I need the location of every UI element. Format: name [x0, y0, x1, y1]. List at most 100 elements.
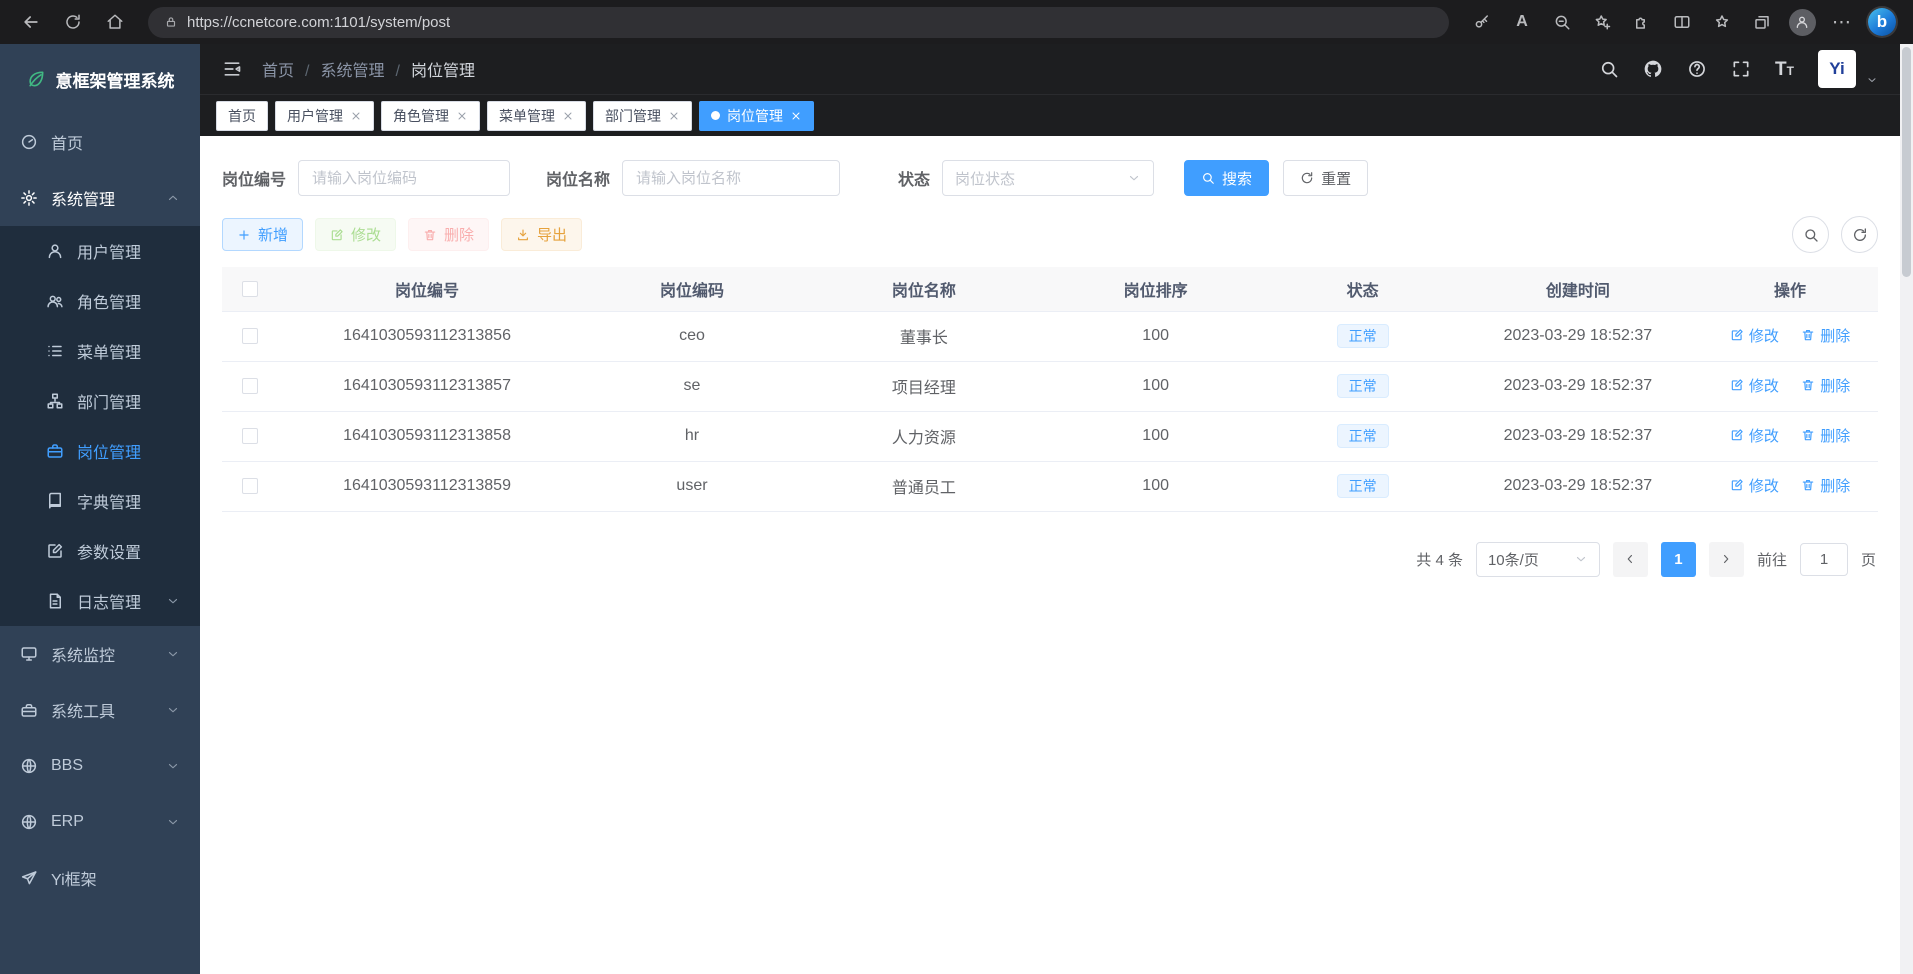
chevron-down-icon — [166, 759, 180, 773]
row-edit-link[interactable]: 修改 — [1730, 325, 1779, 346]
briefcase-icon — [46, 442, 64, 460]
row-delete-link[interactable]: 删除 — [1801, 475, 1850, 496]
row-checkbox[interactable] — [242, 428, 258, 444]
read-aloud-icon: A — [1516, 13, 1528, 31]
browser-menu-button[interactable]: ⋯ — [1823, 5, 1861, 39]
fullscreen-button[interactable] — [1731, 59, 1751, 79]
row-checkbox[interactable] — [242, 328, 258, 344]
delete-button[interactable]: 删除 — [408, 218, 489, 251]
table-tools — [1792, 216, 1878, 253]
add-favorite-button[interactable] — [1583, 5, 1621, 39]
toggle-search-button[interactable] — [1792, 216, 1829, 253]
post-mgmt-page: 岗位编号 岗位名称 状态 岗位状态 搜索 重置 — [200, 136, 1900, 974]
tab-post-mgmt[interactable]: 岗位管理 — [699, 101, 814, 131]
password-key-button[interactable] — [1463, 5, 1501, 39]
sidebar-item-system-mgmt[interactable]: 系统管理 — [0, 170, 200, 226]
close-tab-icon[interactable] — [562, 110, 574, 122]
app-title: 意框架管理系统 — [56, 67, 175, 92]
font-size-button[interactable]: TT — [1775, 60, 1794, 79]
search-button[interactable]: 搜索 — [1184, 160, 1269, 196]
next-page-button[interactable] — [1709, 542, 1744, 577]
address-bar[interactable]: https://ccnetcore.com:1101/system/post — [148, 7, 1449, 38]
status-badge: 正常 — [1337, 474, 1389, 498]
bing-button[interactable]: b — [1863, 5, 1901, 39]
favorites-button[interactable] — [1703, 5, 1741, 39]
tab-role-mgmt[interactable]: 角色管理 — [381, 101, 480, 131]
close-tab-icon[interactable] — [456, 110, 468, 122]
post-code-input[interactable] — [298, 160, 510, 196]
row-edit-link[interactable]: 修改 — [1730, 425, 1779, 446]
scrollbar-thumb[interactable] — [1902, 47, 1911, 277]
browser-refresh-button[interactable] — [54, 5, 92, 39]
close-tab-icon[interactable] — [668, 110, 680, 122]
row-delete-link[interactable]: 删除 — [1801, 325, 1850, 346]
sidebar-item-home[interactable]: 首页 — [0, 114, 200, 170]
select-all-checkbox[interactable] — [242, 281, 258, 297]
tab-home[interactable]: 首页 — [216, 101, 268, 131]
toolbox-icon — [20, 701, 38, 719]
users-icon — [46, 292, 64, 310]
browser-profile-button[interactable] — [1783, 5, 1821, 39]
topbar: 首页 系统管理 岗位管理 TT Yi — [200, 44, 1900, 94]
row-delete-link[interactable]: 删除 — [1801, 425, 1850, 446]
user-avatar[interactable]: Yi — [1818, 50, 1856, 88]
puzzle-icon — [1633, 13, 1651, 31]
sidebar-item-dict-mgmt[interactable]: 字典管理 — [0, 476, 200, 526]
sidebar-item-user-mgmt[interactable]: 用户管理 — [0, 226, 200, 276]
row-edit-link[interactable]: 修改 — [1730, 475, 1779, 496]
prev-page-button[interactable] — [1613, 542, 1648, 577]
breadcrumb-home[interactable]: 首页 — [262, 57, 320, 81]
split-screen-button[interactable] — [1663, 5, 1701, 39]
sidebar-item-menu-mgmt[interactable]: 菜单管理 — [0, 326, 200, 376]
sidebar-toggle-button[interactable] — [222, 59, 242, 79]
browser-back-button[interactable] — [12, 5, 50, 39]
row-edit-link[interactable]: 修改 — [1730, 375, 1779, 396]
sidebar-item-yi-framework[interactable]: Yi框架 — [0, 850, 200, 906]
zoom-button[interactable] — [1543, 5, 1581, 39]
help-button[interactable] — [1687, 59, 1707, 79]
tab-dept-mgmt[interactable]: 部门管理 — [593, 101, 692, 131]
row-checkbox[interactable] — [242, 378, 258, 394]
read-aloud-button[interactable]: A — [1503, 5, 1541, 39]
avatar-dropdown-caret[interactable] — [1866, 74, 1878, 88]
page-scrollbar[interactable] — [1900, 44, 1913, 974]
sidebar-item-dept-mgmt[interactable]: 部门管理 — [0, 376, 200, 426]
sidebar-item-post-mgmt[interactable]: 岗位管理 — [0, 426, 200, 476]
sidebar-item-role-mgmt[interactable]: 角色管理 — [0, 276, 200, 326]
edit-button[interactable]: 修改 — [315, 218, 396, 251]
goto-page-input[interactable] — [1800, 543, 1848, 576]
download-icon — [516, 228, 530, 242]
row-delete-link[interactable]: 删除 — [1801, 375, 1850, 396]
browser-home-button[interactable] — [96, 5, 134, 39]
trash-icon — [1801, 428, 1815, 442]
sidebar-item-param-settings[interactable]: 参数设置 — [0, 526, 200, 576]
refresh-table-button[interactable] — [1841, 216, 1878, 253]
reset-button[interactable]: 重置 — [1283, 160, 1368, 196]
chevron-right-icon — [1719, 552, 1733, 566]
tab-user-mgmt[interactable]: 用户管理 — [275, 101, 374, 131]
table-toolbar: 新增 修改 删除 导出 — [222, 216, 1878, 253]
header-search-button[interactable] — [1599, 59, 1619, 79]
collections-button[interactable] — [1743, 5, 1781, 39]
sidebar-item-log-mgmt[interactable]: 日志管理 — [0, 576, 200, 626]
sidebar-item-bbs[interactable]: BBS — [0, 738, 200, 794]
post-name-input[interactable] — [622, 160, 840, 196]
close-tab-icon[interactable] — [350, 110, 362, 122]
add-button[interactable]: 新增 — [222, 218, 303, 251]
breadcrumb-system-mgmt[interactable]: 系统管理 — [320, 57, 410, 81]
sidebar-item-system-monitor[interactable]: 系统监控 — [0, 626, 200, 682]
extensions-button[interactable] — [1623, 5, 1661, 39]
tab-menu-mgmt[interactable]: 菜单管理 — [487, 101, 586, 131]
sidebar-item-erp[interactable]: ERP — [0, 794, 200, 850]
page-1-button[interactable]: 1 — [1661, 542, 1696, 577]
status-select[interactable]: 岗位状态 — [942, 160, 1154, 196]
export-button[interactable]: 导出 — [501, 218, 582, 251]
github-button[interactable] — [1643, 59, 1663, 79]
close-tab-icon[interactable] — [790, 110, 802, 122]
edit-icon — [1730, 378, 1744, 392]
status-badge: 正常 — [1337, 424, 1389, 448]
sidebar-item-system-tools[interactable]: 系统工具 — [0, 682, 200, 738]
page-size-select[interactable]: 10条/页 — [1476, 542, 1600, 577]
edit-icon — [1730, 328, 1744, 342]
row-checkbox[interactable] — [242, 478, 258, 494]
